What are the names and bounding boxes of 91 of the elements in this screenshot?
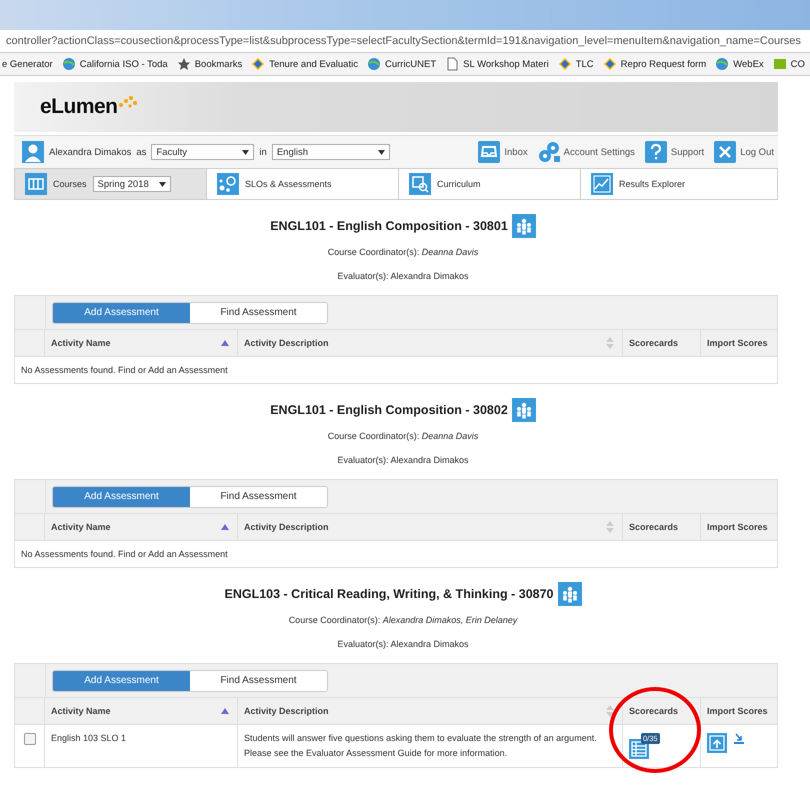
header-link[interactable]: Support [670, 146, 704, 158]
sort-up-icon [221, 340, 229, 346]
group-icon [512, 398, 536, 422]
find-assessment-button[interactable]: Find Assessment [190, 302, 327, 322]
column-header[interactable]: Activity Name [51, 706, 111, 716]
caret-icon [242, 150, 250, 154]
course-title: ENGL103 - Critical Reading, Writing, & Thinking - 30870 [224, 587, 554, 601]
header-link[interactable]: Account Settings [564, 146, 635, 158]
tab-label: SLOs & Assessments [245, 179, 332, 189]
course-title: ENGL101 - English Composition - 30802 [270, 403, 508, 417]
sort-icon [606, 521, 614, 533]
bookmark-link[interactable]: California ISO - Toda [80, 58, 168, 70]
inbox-icon [478, 141, 500, 163]
column-header[interactable]: Scorecards [629, 706, 678, 716]
caret-icon [378, 150, 385, 154]
department-dropdown[interactable]: English [272, 144, 390, 160]
help-icon [644, 141, 667, 163]
add-assessment-button[interactable]: Add Assessment [53, 486, 190, 506]
role-dropdown[interactable]: Faculty [151, 144, 254, 160]
column-header[interactable]: Activity Name [51, 522, 111, 532]
line-chart-icon [591, 173, 613, 195]
bookmark-link[interactable]: e Generator [2, 58, 53, 70]
gears-icon [538, 141, 560, 163]
target-icon [217, 173, 239, 195]
bookmark-link[interactable]: Tenure and Evaluatic [269, 58, 358, 70]
close-icon [714, 141, 736, 163]
bookmark-link[interactable]: Bookmarks [194, 58, 242, 70]
header-link[interactable]: Log Out [740, 146, 774, 158]
group-icon [558, 582, 582, 606]
bookmark-link[interactable]: TLC [576, 58, 594, 70]
diamond-icon [558, 57, 572, 71]
bookmark-link[interactable]: WebEx [733, 58, 764, 70]
coordinator-text: Course Coordinator(s): Deanna Davis [326, 431, 480, 441]
activity-description: Students will answer five questions asking them to evaluate the strength of an argument. Please see the Evaluator Assessment Guide for more information. [244, 732, 598, 760]
column-header[interactable]: Scorecards [629, 522, 678, 532]
download-icon [733, 733, 745, 745]
square-icon [772, 57, 787, 71]
empty-message: No Assessments found. Find or Add an Assessment [21, 365, 228, 375]
find-assessment-button[interactable]: Find Assessment [190, 486, 327, 506]
empty-message: No Assessments found. Find or Add an Assessment [21, 549, 228, 559]
group-icon [512, 214, 536, 238]
caret-icon [158, 182, 166, 186]
diamond-icon [251, 57, 266, 71]
sort-icon [606, 337, 614, 349]
column-header[interactable]: Import Scores [707, 522, 768, 532]
logo-text: eLumen [40, 95, 118, 119]
column-header[interactable]: Import Scores [707, 706, 768, 716]
columns-icon [25, 173, 47, 195]
diamond-icon [602, 57, 617, 71]
bookmark-link[interactable]: CurricUNET [384, 58, 436, 70]
nav-tab[interactable]: Courses Spring 2018 [15, 169, 207, 199]
find-assessment-button[interactable]: Find Assessment [190, 670, 327, 690]
evaluator-text: Evaluator(s): Alexandra Dimakos [336, 271, 470, 281]
sort-up-icon [221, 524, 229, 530]
column-header[interactable]: Activity Description [244, 706, 329, 716]
in-label: in [259, 146, 267, 158]
evaluator-text: Evaluator(s): Alexandra Dimakos [336, 455, 470, 465]
term-dropdown[interactable]: Spring 2018 [92, 176, 171, 192]
sort-icon [606, 705, 614, 717]
globe-icon [62, 57, 76, 71]
bookmark-link[interactable]: SL Workshop Materi [463, 58, 549, 70]
globe-icon [715, 57, 730, 71]
bookmark-link[interactable]: CO [790, 58, 805, 70]
add-assessment-button[interactable]: Add Assessment [53, 670, 190, 690]
course-title: ENGL101 - English Composition - 30801 [270, 219, 508, 233]
header-link[interactable]: Inbox [504, 146, 528, 158]
add-assessment-button[interactable]: Add Assessment [53, 302, 190, 322]
user-icon [22, 141, 44, 163]
column-header[interactable]: Scorecards [629, 338, 678, 348]
tab-label: Courses [53, 179, 87, 189]
globe-icon [366, 57, 381, 71]
as-label: as [136, 146, 146, 158]
sort-up-icon [221, 708, 229, 714]
column-header[interactable]: Activity Description [244, 338, 329, 348]
page-icon [445, 57, 460, 71]
user-name: Alexandra Dimakos [49, 146, 132, 158]
magnifier-icon [409, 173, 431, 195]
tab-label: Results Explorer [619, 179, 686, 189]
column-header[interactable]: Activity Name [51, 338, 111, 348]
coordinator-text: Course Coordinator(s): Deanna Davis [326, 247, 480, 257]
tab-label: Curriculum [437, 179, 481, 189]
column-header[interactable]: Activity Description [244, 522, 329, 532]
activity-name: English 103 SLO 1 [51, 733, 126, 743]
coordinator-text: Course Coordinator(s): Alexandra Dimakos, Erin Delaney [288, 615, 518, 625]
dots-logo-icon [118, 95, 138, 109]
column-header[interactable]: Import Scores [707, 338, 768, 348]
evaluator-text: Evaluator(s): Alexandra Dimakos [336, 639, 470, 649]
upload-icon [707, 733, 727, 753]
star-icon [176, 57, 191, 71]
row-checkbox[interactable] [24, 733, 36, 745]
bookmark-link[interactable]: Repro Request form [620, 58, 706, 70]
